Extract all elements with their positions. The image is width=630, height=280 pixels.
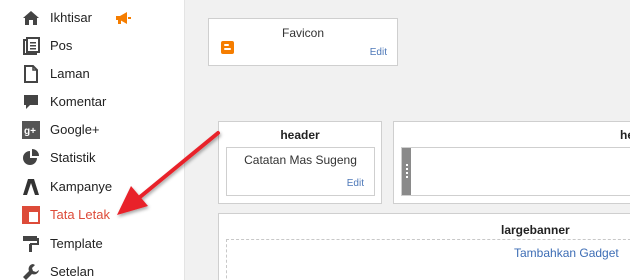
paint-roller-icon: [23, 236, 39, 252]
favicon-gadget[interactable]: Favicon Edit: [208, 18, 398, 66]
layout-icon: [22, 206, 40, 224]
sidebar-item-google-plus[interactable]: g+ Google+: [0, 117, 185, 143]
comment-icon: [24, 95, 38, 109]
sidebar-item-komentar[interactable]: Komentar: [0, 89, 185, 115]
sidebar-item-laman[interactable]: Laman: [0, 61, 185, 87]
header2-gadget-slot[interactable]: [401, 147, 630, 196]
header2-section-title: he: [620, 128, 630, 142]
largebanner-drop-zone[interactable]: Tambahkan Gadget: [226, 239, 630, 280]
favicon-title: Favicon: [281, 26, 325, 40]
sidebar-item-statistik[interactable]: Statistik: [0, 145, 185, 171]
sidebar-item-kampanye[interactable]: Kampanye: [0, 174, 185, 200]
sidebar-item-label: Template: [50, 236, 103, 251]
blogger-icon: [221, 41, 234, 54]
header-gadget-name: Catatan Mas Sugeng: [244, 153, 357, 167]
pages-icon: [24, 65, 38, 83]
sidebar-item-label: Ikhtisar: [50, 10, 92, 25]
layout-canvas: Favicon Edit header Catatan Mas Sugeng E…: [186, 0, 630, 280]
sidebar-item-template[interactable]: Template: [0, 231, 185, 257]
sidebar-item-ikhtisar[interactable]: Ikhtisar: [0, 5, 185, 31]
header-gadget[interactable]: Catatan Mas Sugeng Edit: [226, 147, 375, 196]
google-plus-icon: g+: [22, 121, 40, 139]
sidebar-item-pos[interactable]: Pos: [0, 33, 185, 59]
add-gadget-link[interactable]: Tambahkan Gadget: [514, 246, 619, 260]
sidebar-item-label: Komentar: [50, 94, 107, 109]
posts-icon: [23, 37, 40, 55]
svg-text:g+: g+: [24, 126, 36, 137]
pie-chart-icon: [23, 149, 39, 165]
wrench-icon: [23, 264, 39, 280]
largebanner-section-title: largebanner: [501, 223, 570, 237]
sidebar-item-tata-letak[interactable]: Tata Letak: [0, 202, 185, 228]
header-section: header Catatan Mas Sugeng Edit: [218, 121, 382, 204]
megaphone-icon: [116, 12, 131, 24]
sidebar-item-setelan[interactable]: Setelan: [0, 259, 185, 280]
sidebar-item-label: Pos: [50, 38, 73, 53]
home-icon: [23, 11, 39, 25]
sidebar-item-label: Kampanye: [50, 179, 113, 194]
adwords-icon: [23, 179, 39, 195]
header-edit-link[interactable]: Edit: [347, 178, 364, 189]
drag-handle[interactable]: [402, 148, 411, 195]
header2-section: he: [393, 121, 630, 204]
sidebar-item-label: Google+: [50, 122, 100, 137]
sidebar-item-label: Laman: [50, 66, 90, 81]
sidebar: Ikhtisar Pos Laman Komentar g+ Google+ S…: [0, 0, 185, 280]
header-section-title: header: [280, 128, 320, 142]
favicon-edit-link[interactable]: Edit: [370, 47, 387, 58]
sidebar-item-label: Statistik: [50, 150, 96, 165]
largebanner-section: largebanner Tambahkan Gadget: [218, 213, 630, 280]
sidebar-item-label: Tata Letak: [50, 207, 110, 222]
sidebar-item-label: Setelan: [50, 264, 95, 279]
